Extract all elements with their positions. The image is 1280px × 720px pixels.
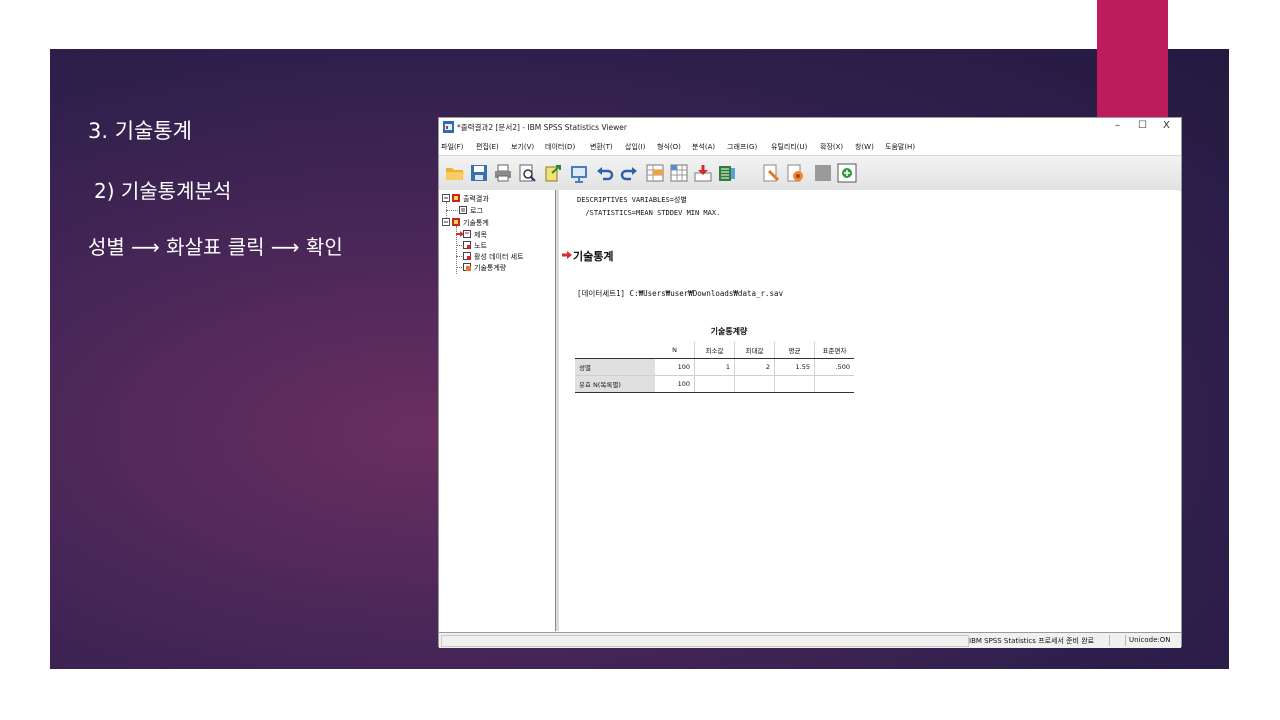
toolbar — [439, 155, 1181, 191]
dataset-icon — [463, 252, 471, 260]
save-icon[interactable] — [469, 163, 489, 183]
variables-icon[interactable] — [717, 163, 737, 183]
table-title: 기술통계량 — [710, 327, 748, 336]
status-message: IBM SPSS Statistics 프로세서 준비 완료 — [969, 637, 1095, 645]
export-icon[interactable] — [543, 163, 563, 183]
section-title: 기술통계 — [573, 250, 614, 263]
open-icon[interactable] — [445, 163, 465, 183]
unicode-status: Unicode:ON — [1129, 636, 1171, 644]
table-cell — [774, 375, 815, 393]
create-text-icon[interactable] — [785, 163, 805, 183]
menu-format[interactable]: 형식(O) — [657, 142, 681, 152]
outline-root-label[interactable]: 출력결과 — [463, 194, 489, 204]
menu-bar: 파일(F) 편집(E) 보기(V) 데이터(D) 변환(T) 삽입(I) 형식(… — [439, 138, 1181, 154]
table-cell: 100 — [655, 375, 695, 393]
dataset-path: [데이터세트1] C:₩Users₩user₩Downloads₩data_r.… — [577, 289, 784, 298]
table-icon — [463, 263, 471, 271]
accent-bar — [1097, 0, 1168, 118]
table-cell: 1.55 — [774, 358, 815, 376]
slide-heading: 3. 기술통계 — [88, 119, 192, 143]
goto-variable-icon[interactable] — [693, 163, 713, 183]
close-button[interactable]: X — [1163, 120, 1170, 131]
current-item-arrow-icon — [562, 251, 572, 259]
table-cell: 100 — [655, 358, 695, 376]
menu-data[interactable]: 데이터(D) — [545, 142, 575, 152]
column-header: 최소값 — [694, 342, 735, 359]
slide-instruction: 성별 ⟶ 화살표 클릭 ⟶ 확인 — [88, 235, 343, 259]
slide-subheading: 2) 기술통계분석 — [94, 179, 232, 203]
create-title-icon[interactable] — [761, 163, 781, 183]
status-bar: IBM SPSS Statistics 프로세서 준비 완료 Unicode:O… — [439, 632, 1181, 648]
window-title: *출력결과2 [문서2] - IBM SPSS Statistics Viewe… — [457, 123, 627, 132]
table-cell — [694, 375, 735, 393]
menu-help[interactable]: 도움말(H) — [885, 142, 915, 152]
table-cell: 1 — [694, 358, 735, 376]
menu-extensions[interactable]: 확장(X) — [820, 142, 843, 152]
syntax-line-2: /STATISTICS=MEAN STDDEV MIN MAX. — [577, 209, 721, 217]
designate-window-icon[interactable] — [837, 163, 857, 183]
recall-dialog-icon[interactable] — [569, 163, 589, 183]
collapse-icon[interactable] — [442, 218, 450, 226]
disabled-icon — [815, 165, 831, 181]
output-content-pane: DESCRIPTIVES VARIABLES=성별 /STATISTICS=ME… — [559, 190, 1180, 631]
table-row: 유효 N(목록별) 100 — [575, 375, 854, 393]
row-label: 유효 N(목록별) — [575, 375, 655, 393]
column-header: 평균 — [774, 342, 815, 359]
row-label: 성별 — [575, 358, 655, 376]
menu-insert[interactable]: 삽입(I) — [625, 142, 645, 152]
maximize-button[interactable]: ☐ — [1138, 120, 1147, 131]
column-header: 표준편차 — [814, 342, 854, 359]
outline-item-notes[interactable]: 노트 — [474, 241, 487, 251]
spss-viewer-window: *출력결과2 [문서2] - IBM SPSS Statistics Viewe… — [438, 117, 1182, 648]
outline-item-descriptives-table[interactable]: 기술통계량 — [474, 263, 506, 273]
spss-app-icon — [443, 121, 454, 133]
column-header: N — [655, 342, 695, 359]
log-icon — [459, 206, 467, 214]
title-icon — [463, 230, 471, 238]
menu-transform[interactable]: 변환(T) — [590, 142, 613, 152]
descriptives-table[interactable]: N 최소값 최대값 평균 표준편차 성별 100 1 2 1.55 .500 유… — [575, 342, 854, 393]
collapse-icon[interactable] — [442, 194, 450, 202]
menu-window[interactable]: 창(W) — [855, 142, 874, 152]
table-cell: .500 — [814, 358, 854, 376]
column-header: 최대값 — [734, 342, 775, 359]
outline-section-label[interactable]: 기술통계 — [463, 218, 489, 228]
minimize-button[interactable]: – — [1115, 120, 1120, 131]
outline-item-title[interactable]: 제목 — [474, 230, 487, 240]
table-cell — [814, 375, 854, 393]
output-book-icon — [452, 218, 460, 226]
menu-edit[interactable]: 편집(E) — [476, 142, 499, 152]
menu-graphs[interactable]: 그래프(G) — [727, 142, 757, 152]
menu-view[interactable]: 보기(V) — [511, 142, 534, 152]
table-cell: 2 — [734, 358, 775, 376]
print-preview-icon[interactable] — [517, 163, 537, 183]
title-bar: *출력결과2 [문서2] - IBM SPSS Statistics Viewe… — [439, 118, 1181, 137]
menu-utilities[interactable]: 유틸리티(U) — [771, 142, 807, 152]
table-cell — [734, 375, 775, 393]
notes-icon — [463, 241, 471, 249]
outline-item-dataset[interactable]: 활성 데이터 세트 — [474, 252, 524, 262]
status-left-panel — [441, 635, 969, 647]
outline-pane: 출력결과 로그 기술통계 제목 노트 활성 데이터 세트 기술통계량 — [439, 190, 556, 631]
output-book-icon — [452, 194, 460, 202]
menu-analyze[interactable]: 분석(A) — [692, 142, 715, 152]
menu-file[interactable]: 파일(F) — [441, 142, 463, 152]
syntax-line-1: DESCRIPTIVES VARIABLES=성별 — [577, 196, 687, 204]
goto-data-icon[interactable] — [645, 163, 665, 183]
undo-icon[interactable] — [595, 163, 615, 183]
goto-case-icon[interactable] — [669, 163, 689, 183]
table-row: 성별 100 1 2 1.55 .500 — [575, 358, 854, 376]
outline-log-label[interactable]: 로그 — [470, 206, 483, 216]
print-icon[interactable] — [493, 163, 513, 183]
redo-icon[interactable] — [619, 163, 639, 183]
